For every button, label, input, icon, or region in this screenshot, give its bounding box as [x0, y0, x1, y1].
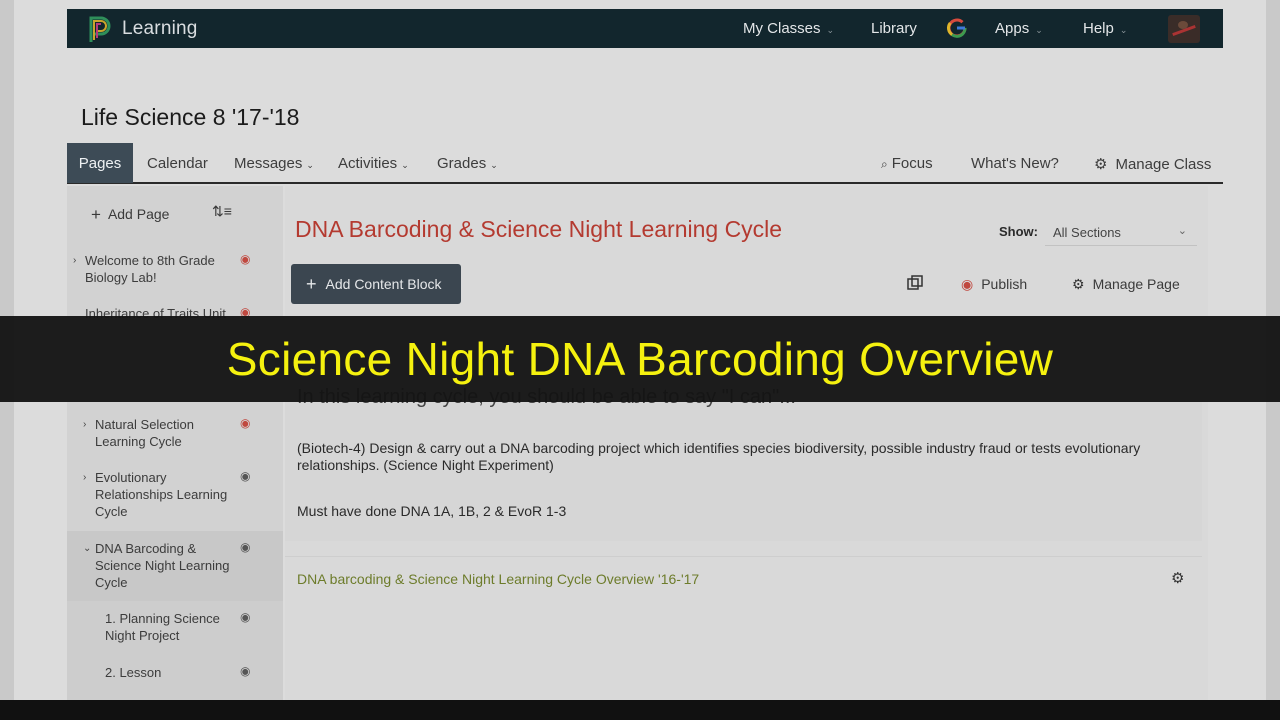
add-page-label: Add Page — [107, 206, 170, 222]
class-title: Life Science 8 '17-'18 — [81, 104, 300, 130]
published-icon[interactable]: ◉ — [240, 469, 254, 483]
search-icon: ⌕ — [881, 157, 888, 171]
chevron-right-icon: › — [83, 472, 87, 483]
nav-help[interactable]: Help ⌄ — [1083, 20, 1127, 37]
plus-icon: + — [306, 273, 317, 294]
sidebar-item-lesson[interactable]: 2. Lesson — [105, 664, 230, 681]
show-label: Show: — [999, 224, 1038, 239]
nav-my-classes-label: My Classes — [743, 20, 821, 37]
google-icon[interactable] — [946, 17, 968, 39]
chevron-down-icon: ⌄ — [306, 160, 314, 170]
manage-class-label: Manage Class — [1115, 156, 1212, 173]
unpublished-icon[interactable]: ◉ — [240, 416, 254, 430]
sidebar-item-label: Evolutionary Relationships Learning Cycl… — [95, 470, 228, 519]
sidebar-item-dna-barcoding[interactable]: ⌄ DNA Barcoding & Science Night Learning… — [83, 540, 235, 591]
top-navbar: Learning My Classes ⌄ Library Apps ⌄ Help ⌄ — [67, 9, 1223, 48]
tab-activities-label: Activities — [338, 155, 398, 172]
gear-icon[interactable]: ⚙ — [1171, 569, 1184, 587]
nav-apps-label: Apps — [995, 20, 1030, 37]
schoology-logo-icon[interactable] — [87, 14, 113, 44]
page-content: DNA Barcoding & Science Night Learning C… — [285, 186, 1208, 700]
sidebar-item-evolutionary-relationships[interactable]: › Evolutionary Relationships Learning Cy… — [83, 469, 235, 520]
user-avatar[interactable] — [1168, 15, 1200, 43]
class-tabs: Pages Calendar Messages ⌄ Activities ⌄ Gra… — [67, 143, 1223, 184]
plus-icon: + — [91, 205, 101, 224]
published-icon[interactable]: ◉ — [240, 540, 254, 554]
screen: Learning My Classes ⌄ Library Apps ⌄ Help ⌄… — [0, 0, 1280, 720]
video-caption-overlay: Science Night DNA Barcoding Overview — [0, 316, 1280, 402]
sidebar-item-label: Welcome to 8th Grade Biology Lab! — [85, 253, 215, 285]
chevron-right-icon: › — [73, 255, 77, 266]
chevron-down-icon: ⌄ — [1119, 25, 1128, 35]
nav-help-label: Help — [1083, 20, 1114, 37]
focus-label: Focus — [891, 155, 933, 172]
show-sections-value: All Sections — [1053, 225, 1121, 240]
publish-label: Publish — [981, 276, 1028, 292]
bottom-letterbox — [0, 700, 1280, 720]
gear-icon: ⚙ — [1094, 156, 1108, 173]
reorder-icon[interactable]: ⇅≡ — [212, 203, 232, 220]
manage-page-label: Manage Page — [1092, 276, 1180, 292]
tab-calendar[interactable]: Calendar — [147, 155, 208, 172]
page-title: DNA Barcoding & Science Night Learning C… — [295, 216, 783, 242]
chevron-down-icon: ⌄ — [1177, 225, 1187, 237]
manage-page-button[interactable]: ⚙ Manage Page — [1072, 276, 1180, 293]
nav-my-classes[interactable]: My Classes ⌄ — [743, 20, 834, 37]
sidebar-item-label: DNA Barcoding & Science Night Learning C… — [95, 541, 230, 590]
sidebar-item-planning-science-night[interactable]: 1. Planning Science Night Project — [105, 610, 230, 644]
focus-button[interactable]: ⌕ Focus — [881, 155, 933, 172]
overview-link[interactable]: DNA barcoding & Science Night Learning C… — [297, 571, 699, 587]
add-content-block-label: Add Content Block — [325, 276, 442, 292]
sidebar-item-welcome[interactable]: › Welcome to 8th Grade Biology Lab! — [73, 252, 225, 286]
published-icon[interactable]: ◉ — [240, 610, 254, 624]
chevron-down-icon: ⌄ — [1035, 25, 1043, 35]
whats-new-button[interactable]: What's New? — [971, 155, 1059, 172]
publish-button[interactable]: ◉ Publish — [961, 276, 1027, 293]
add-content-block-button[interactable]: + Add Content Block — [291, 264, 461, 304]
prerequisite-text: Must have done DNA 1A, 1B, 2 & EvoR 1-3 — [297, 503, 567, 519]
sidebar-item-label: Natural Selection Learning Cycle — [95, 417, 194, 449]
unpublished-icon[interactable]: ◉ — [240, 252, 254, 266]
caption-text: Science Night DNA Barcoding Overview — [226, 333, 1054, 385]
nav-library[interactable]: Library — [871, 20, 917, 37]
chevron-down-icon: ⌄ — [490, 160, 498, 170]
tab-pages[interactable]: Pages — [67, 143, 133, 183]
nav-apps[interactable]: Apps ⌄ — [995, 20, 1043, 37]
tab-messages[interactable]: Messages ⌄ — [234, 155, 314, 172]
nav-library-label: Library — [871, 20, 917, 37]
gear-icon: ⚙ — [1072, 276, 1085, 292]
show-sections-select[interactable]: All Sections ⌄ — [1045, 218, 1197, 246]
tab-messages-label: Messages — [234, 155, 303, 172]
tab-grades[interactable]: Grades ⌄ — [437, 155, 498, 172]
publish-icon: ◉ — [961, 276, 974, 292]
copy-icon[interactable] — [907, 275, 923, 291]
page-sidebar: + Add Page ⇅≡ › Welcome to 8th Grade Biol… — [67, 186, 283, 700]
chevron-down-icon: ⌄ — [83, 543, 92, 554]
tab-grades-label: Grades — [437, 155, 487, 172]
published-icon[interactable]: ◉ — [240, 664, 254, 678]
add-page-button[interactable]: + Add Page — [91, 204, 169, 224]
tab-activities[interactable]: Activities ⌄ — [338, 155, 409, 172]
brand-name: Learning — [122, 18, 198, 39]
chevron-down-icon: ⌄ — [401, 160, 409, 170]
manage-class-button[interactable]: ⚙ Manage Class — [1094, 155, 1211, 173]
chevron-down-icon: ⌄ — [826, 25, 835, 35]
chevron-right-icon: › — [83, 419, 87, 430]
sidebar-item-natural-selection[interactable]: › Natural Selection Learning Cycle — [83, 416, 215, 450]
learning-objective: (Biotech-4) Design & carry out a DNA bar… — [297, 440, 1141, 473]
